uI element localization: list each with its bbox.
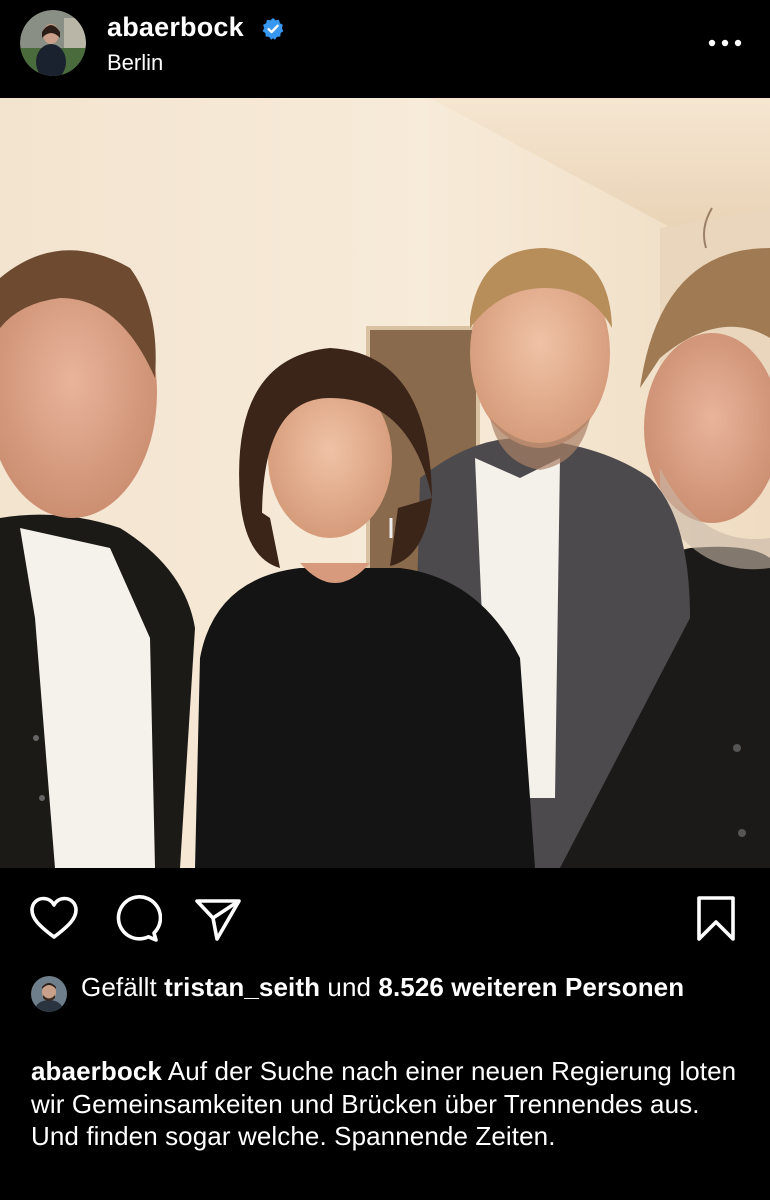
- share-button[interactable]: [192, 893, 244, 945]
- liker-avatar[interactable]: [31, 976, 67, 1012]
- post-location[interactable]: Berlin: [107, 50, 163, 76]
- more-horizontal-icon: [708, 39, 742, 47]
- more-options-button[interactable]: [702, 28, 748, 58]
- likes-connector: und: [327, 972, 372, 1002]
- verified-badge-icon: [262, 18, 284, 40]
- avatar-photo: [20, 10, 86, 76]
- group-photo: [0, 98, 770, 868]
- post-header: abaerbock Berlin: [0, 0, 770, 98]
- comment-icon: [116, 895, 163, 942]
- heart-icon: [30, 896, 78, 939]
- liker-username[interactable]: tristan_seith: [164, 972, 320, 1002]
- likes-text: Gefällt tristan_seith und 8.526 weiteren…: [81, 970, 721, 1004]
- like-button[interactable]: [28, 893, 80, 945]
- save-button[interactable]: [690, 893, 742, 945]
- post-image[interactable]: [0, 98, 770, 868]
- liker-avatar-photo: [31, 976, 67, 1012]
- caption-username[interactable]: abaerbock: [31, 1056, 162, 1086]
- likes-suffix[interactable]: Personen: [565, 972, 684, 1002]
- post-username[interactable]: abaerbock: [107, 12, 244, 43]
- profile-avatar[interactable]: [20, 10, 86, 76]
- bookmark-icon: [697, 896, 735, 941]
- likes-prefix: Gefällt: [81, 972, 157, 1002]
- send-icon: [195, 899, 241, 941]
- post-caption: abaerbock Auf der Suche nach einer neuen…: [31, 1055, 741, 1153]
- comment-button[interactable]: [110, 893, 163, 945]
- likes-count[interactable]: 8.526 weiteren: [378, 972, 557, 1002]
